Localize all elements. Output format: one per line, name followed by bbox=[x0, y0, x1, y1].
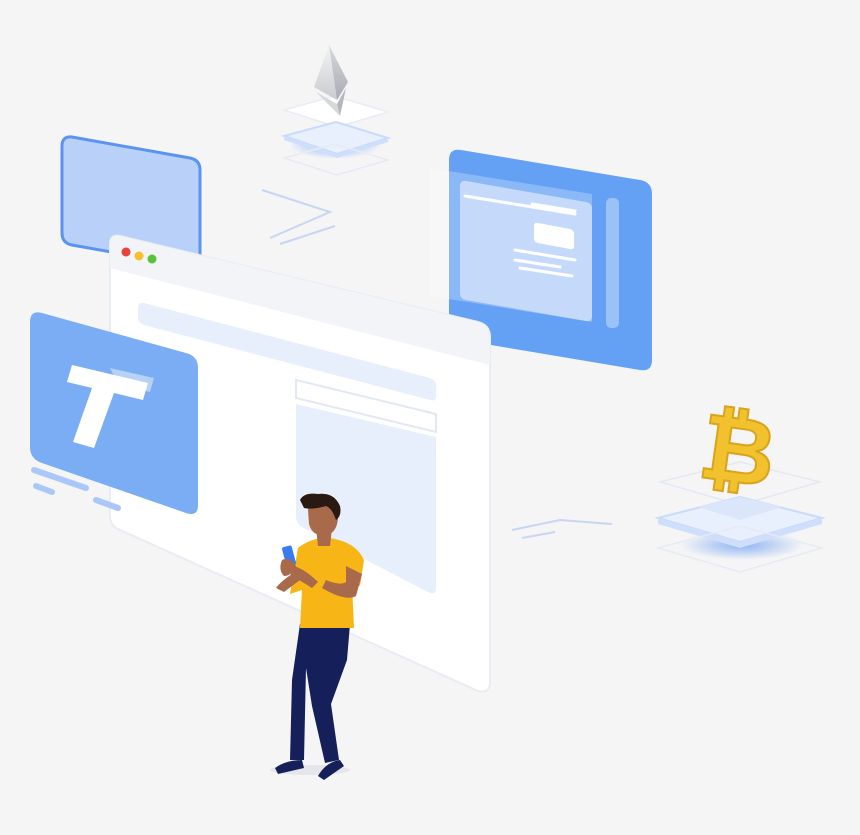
window-close-dot bbox=[121, 247, 131, 257]
bitcoin-icon: ₿ bbox=[693, 392, 782, 508]
ethereum-platform bbox=[280, 45, 392, 176]
window-minimize-dot bbox=[134, 251, 144, 261]
bitcoin-platform: ₿ bbox=[654, 391, 826, 573]
illustration-scene: ₿ bbox=[30, 45, 826, 780]
window-maximize-dot bbox=[147, 254, 157, 264]
